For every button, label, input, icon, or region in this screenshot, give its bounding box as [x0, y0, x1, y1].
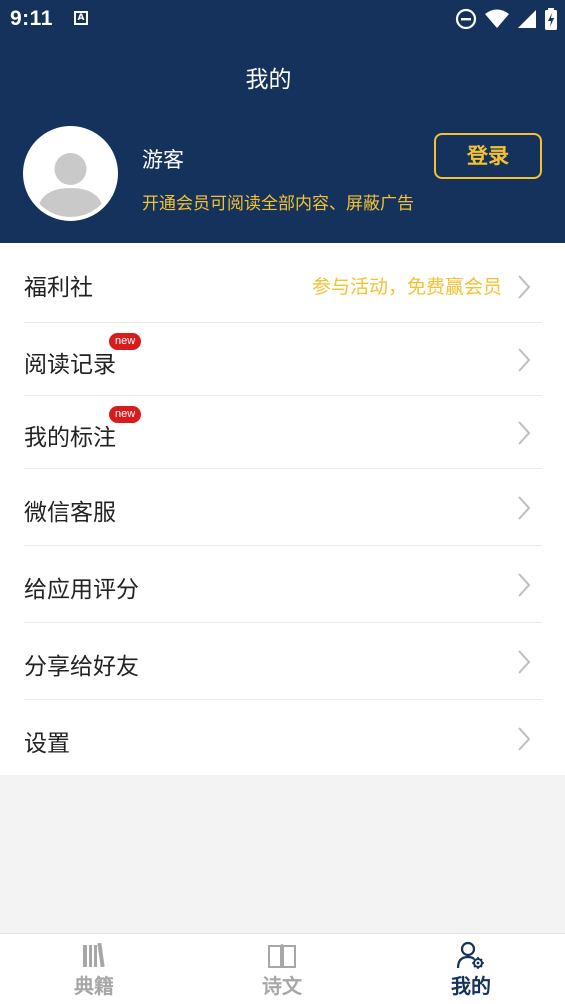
tab-poetry[interactable]: 诗文 [188, 934, 376, 1004]
tab-label: 诗文 [262, 974, 302, 998]
username: 游客 [142, 148, 184, 172]
menu-item-label: 福利社 [24, 275, 93, 301]
new-badge: new [109, 406, 142, 423]
user-gear-icon [456, 941, 484, 969]
notification-icon: A [74, 11, 88, 25]
tab-label: 典籍 [74, 974, 114, 998]
menu-item-share[interactable]: 分享给好友 [24, 623, 542, 700]
open-book-icon [268, 944, 296, 968]
profile-header: 我的 游客 开通会员可阅读全部内容、屏蔽广告 登录 [0, 38, 565, 243]
battery-icon [545, 8, 557, 30]
menu-item-label: 微信客服 [24, 500, 116, 526]
chevron-right-icon [518, 650, 531, 674]
wifi-icon [485, 9, 509, 28]
menu-item-reading-history[interactable]: 阅读记录 new [24, 323, 542, 396]
menu-item-label: 设置 [24, 731, 70, 757]
chevron-right-icon [518, 275, 531, 299]
menu-item-label: 给应用评分 [24, 577, 139, 603]
chevron-right-icon [518, 421, 531, 445]
menu-list: 福利社 参与活动，免费赢会员 阅读记录 new 我的标注 new 微信客服 给应… [0, 243, 565, 775]
vip-promo-text[interactable]: 开通会员可阅读全部内容、屏蔽广告 [142, 189, 414, 214]
avatar[interactable] [23, 126, 118, 221]
menu-item-settings[interactable]: 设置 [24, 700, 542, 775]
status-icons [455, 8, 557, 30]
menu-item-welfare[interactable]: 福利社 参与活动，免费赢会员 [24, 243, 542, 323]
books-icon [83, 942, 105, 968]
tab-classics[interactable]: 典籍 [0, 934, 188, 1004]
menu-item-label: 阅读记录 [24, 352, 116, 378]
chevron-right-icon [518, 573, 531, 597]
menu-item-label: 我的标注 [24, 425, 116, 451]
signal-icon [518, 10, 536, 28]
menu-item-wechat-support[interactable]: 微信客服 [24, 469, 542, 546]
page-title: 我的 [245, 67, 292, 93]
login-button[interactable]: 登录 [434, 133, 542, 179]
welfare-promo-text: 参与活动，免费赢会员 [311, 276, 502, 298]
chevron-right-icon [518, 727, 531, 751]
tab-label: 我的 [451, 974, 491, 998]
new-badge: new [109, 333, 142, 350]
menu-item-rate-app[interactable]: 给应用评分 [24, 546, 542, 623]
status-time: 9:11 [10, 7, 53, 30]
chevron-right-icon [518, 496, 531, 520]
menu-item-my-annotations[interactable]: 我的标注 new [24, 396, 542, 469]
default-avatar-icon [27, 130, 114, 217]
do-not-disturb-icon [455, 8, 477, 30]
menu-item-label: 分享给好友 [24, 654, 139, 680]
tab-mine[interactable]: 我的 [377, 934, 565, 1004]
status-bar: 9:11 A [0, 0, 565, 38]
chevron-right-icon [518, 348, 531, 372]
bottom-tab-bar: 典籍 诗文 我的 [0, 933, 565, 1004]
